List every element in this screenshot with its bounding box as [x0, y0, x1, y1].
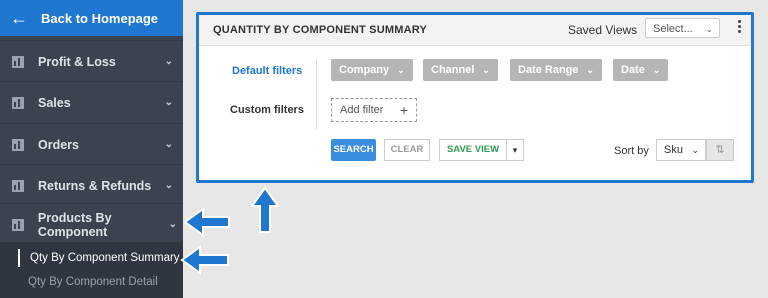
sub-item-qty-detail[interactable]: Qty By Component Detail [28, 276, 158, 288]
save-view-dropdown[interactable]: ▾ [507, 139, 524, 161]
clear-button[interactable]: CLEAR [384, 139, 430, 161]
saved-views-label: Saved Views [568, 23, 638, 37]
filter-company[interactable]: Company ⌄ [331, 59, 413, 81]
filter-channel[interactable]: Channel ⌄ [423, 59, 498, 81]
chart-icon [12, 138, 24, 151]
annotation-arrow-left-icon [183, 207, 230, 237]
chevron-down-icon: ⌄ [164, 56, 173, 67]
sidebar-item-returns-refunds[interactable]: Returns & Refunds ⌄ [0, 164, 183, 206]
sub-item-qty-summary[interactable]: Qty By Component Summary [18, 249, 180, 267]
back-to-homepage-button[interactable]: ← Back to Homepage [0, 0, 183, 36]
sidebar-item-orders[interactable]: Orders ⌄ [0, 123, 183, 165]
chevron-down-icon: ⌄ [482, 65, 490, 75]
panel-title: QUANTITY BY COMPONENT SUMMARY [213, 24, 427, 36]
sort-direction-button[interactable]: ⇅ [706, 139, 734, 161]
chevron-down-icon: ⌄ [586, 65, 595, 75]
sidebar: ← Back to Homepage Profit & Loss ⌄ Sales… [0, 0, 183, 298]
sidebar-item-label: Orders [38, 137, 79, 152]
filter-date-range[interactable]: Date Range ⌄ [510, 59, 603, 81]
more-options-icon[interactable] [738, 20, 742, 35]
panel-header: QUANTITY BY COMPONENT SUMMARY Saved View… [199, 15, 751, 46]
saved-views-select[interactable]: Select... ⌄ [645, 18, 720, 38]
sort-value: Sku [664, 144, 683, 156]
chevron-down-icon: ⌄ [691, 145, 699, 155]
filter-label: Channel [431, 64, 475, 76]
chevron-down-icon: ⌄ [397, 65, 405, 75]
search-button[interactable]: SEARCH [331, 139, 376, 161]
chevron-down-icon: ⌄ [652, 65, 661, 75]
filter-label: Date [621, 64, 645, 76]
sort-select[interactable]: Sku ⌄ [656, 139, 706, 161]
summary-panel: QUANTITY BY COMPONENT SUMMARY Saved View… [196, 12, 754, 183]
saved-views-value: Select... [653, 23, 693, 35]
sidebar-item-products-by-component[interactable]: Products By Component ⌄ [0, 203, 183, 245]
sidebar-item-label: Sales [38, 95, 71, 110]
filter-label: Date Range [518, 64, 579, 76]
plus-icon: + [399, 102, 408, 118]
filter-date[interactable]: Date ⌄ [613, 59, 669, 81]
add-filter-label: Add filter [340, 104, 384, 116]
chart-icon [12, 218, 24, 231]
chevron-down-icon: ⌄ [164, 180, 173, 191]
annotation-arrow-left-icon [180, 245, 229, 275]
sidebar-item-label: Products By Component [37, 210, 112, 239]
filter-label: Company [339, 64, 390, 76]
sidebar-item-profit-loss[interactable]: Profit & Loss ⌄ [0, 40, 183, 82]
sidebar-item-sales[interactable]: Sales ⌄ [0, 81, 183, 123]
save-view-button[interactable]: SAVE VIEW [439, 139, 507, 161]
sidebar-item-label: Profit & Loss [38, 54, 116, 69]
back-label: Back to Homepage [41, 10, 159, 26]
divider [316, 60, 317, 130]
chevron-down-icon: ⌄ [164, 97, 173, 108]
sidebar-item-label: Returns & Refunds [38, 178, 152, 193]
caret-down-icon: ▾ [512, 145, 518, 155]
custom-filters-label: Custom filters [230, 104, 304, 116]
add-filter-button[interactable]: Add filter + [331, 98, 417, 122]
arrow-left-icon: ← [10, 7, 28, 28]
chart-icon [12, 55, 24, 68]
chevron-down-icon: ⌄ [168, 219, 177, 230]
annotation-arrow-up-icon [250, 186, 280, 233]
chevron-down-icon: ⌄ [164, 139, 173, 150]
chart-icon [12, 179, 24, 192]
sort-by-label: Sort by [614, 145, 649, 157]
sort-ascending-icon: ⇅ [715, 144, 725, 156]
default-filters-label[interactable]: Default filters [232, 65, 302, 77]
chevron-down-icon: ⌄ [705, 24, 713, 34]
chart-icon [12, 96, 24, 109]
